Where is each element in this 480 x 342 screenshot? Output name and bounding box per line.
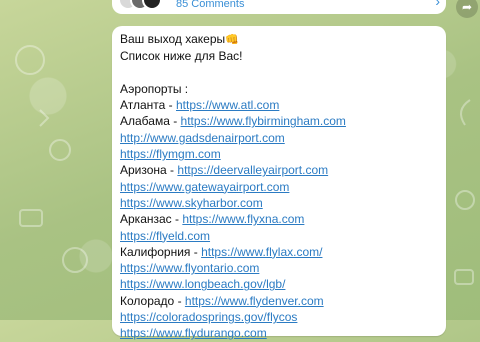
message-bubble: Ваш выход хакеры👊 Список ниже для Вас! А…	[112, 26, 446, 340]
airport-link[interactable]: https://www.gatewayairport.com	[120, 180, 289, 194]
airport-link[interactable]: https://www.flydenver.com	[185, 294, 324, 308]
commenter-avatars	[118, 0, 170, 14]
airport-link[interactable]: https://www.flybirmingham.com	[181, 114, 346, 128]
comments-bar[interactable]: 85 Comments ›	[112, 0, 446, 14]
airport-link[interactable]: https://www.flydurango.com	[120, 326, 267, 340]
airport-link[interactable]: https://coloradosprings.gov/flycos	[120, 310, 297, 324]
state-label: Арканзас -	[120, 212, 183, 227]
state-label: Атланта -	[120, 98, 176, 113]
subtitle-line: Список ниже для Вас!	[120, 49, 243, 64]
airport-line: Арканзас - https://www.flyxna.com	[120, 211, 438, 227]
airport-line: https://flyeld.com	[120, 228, 438, 244]
greeting-text: Ваш выход хакеры	[120, 32, 226, 46]
airport-line: https://www.flydurango.com	[120, 325, 438, 341]
state-label: Колорадо -	[120, 293, 185, 308]
airport-line: https://www.gatewayairport.com	[120, 179, 438, 195]
airport-line: http://www.gadsdenairport.com	[120, 130, 438, 146]
airport-link[interactable]: https://www.longbeach.gov/lgb/	[120, 277, 285, 291]
airport-line: https://flymgm.com	[120, 146, 438, 162]
greeting-line: Ваш выход хакеры👊	[120, 31, 438, 48]
airport-link[interactable]: https://www.flyxna.com	[182, 212, 304, 226]
airport-link[interactable]: https://deervalleyairport.com	[177, 163, 328, 177]
airport-link[interactable]: https://www.atl.com	[176, 98, 279, 112]
airport-link[interactable]: https://www.skyharbor.com	[120, 196, 263, 210]
airport-link[interactable]: https://www.flyontario.com	[120, 261, 259, 275]
chevron-right-icon: ›	[435, 0, 440, 9]
fist-emoji-icon: 👊	[225, 34, 239, 46]
state-label: Калифорния -	[120, 244, 202, 259]
airport-link[interactable]: https://www.flylax.com/	[201, 245, 322, 259]
airport-link[interactable]: http://www.gadsdenairport.com	[120, 131, 285, 145]
airport-link[interactable]: https://flymgm.com	[120, 147, 221, 161]
airport-line: Аризона - https://deervalleyairport.com	[120, 162, 438, 178]
airport-line: https://www.longbeach.gov/lgb/	[120, 276, 438, 292]
airport-line: Алабама - https://www.flybirmingham.com	[120, 113, 438, 129]
comments-count: 85 Comments	[176, 0, 245, 10]
section-title: Аэропорты :	[120, 81, 189, 96]
state-label: Алабама -	[120, 114, 181, 129]
share-icon: ➦	[461, 0, 473, 14]
state-label: Аризона -	[120, 163, 178, 178]
airport-line: https://www.flyontario.com	[120, 260, 438, 276]
airport-line: Калифорния - https://www.flylax.com/	[120, 244, 438, 260]
airport-link[interactable]: https://flyeld.com	[120, 229, 210, 243]
airport-line: Атланта - https://www.atl.com	[120, 97, 438, 113]
airport-list: Атланта - https://www.atl.com Алабама - h…	[120, 97, 438, 341]
airport-line: Колорадо - https://www.flydenver.com	[120, 293, 438, 309]
airport-line: https://coloradosprings.gov/flycos	[120, 309, 438, 325]
airport-line: https://www.skyharbor.com	[120, 195, 438, 211]
